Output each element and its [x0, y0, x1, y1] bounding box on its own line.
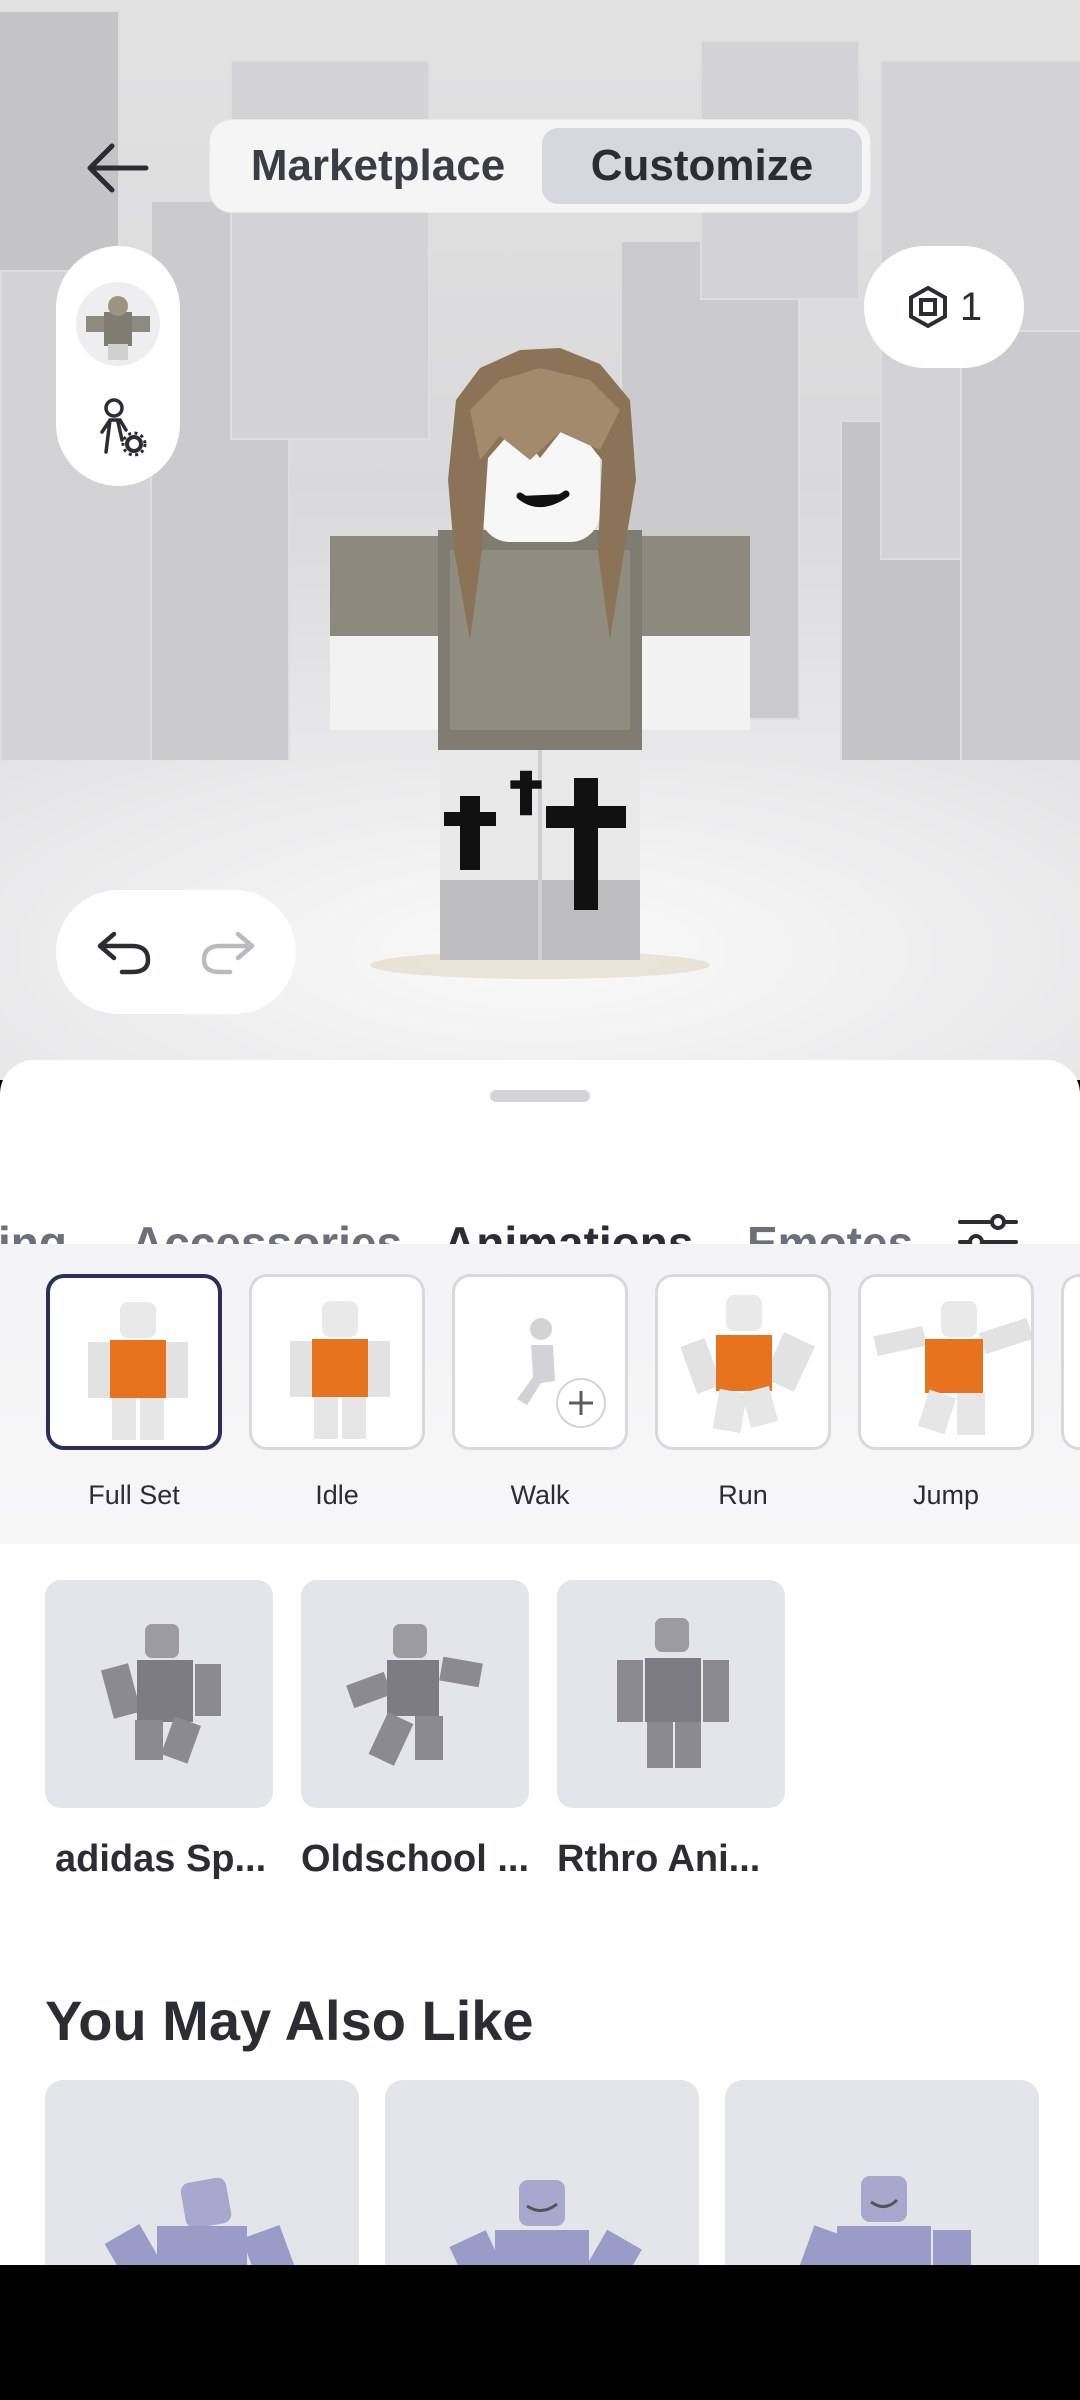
- system-nav-bar: [0, 2265, 1080, 2400]
- tab-marketplace[interactable]: Marketplace: [218, 128, 538, 204]
- recommendation-card[interactable]: [725, 2080, 1039, 2265]
- recommendation-card[interactable]: [45, 2080, 359, 2265]
- sheet-grabber[interactable]: [490, 1090, 590, 1102]
- recommendation-thumbnail: [449, 2180, 642, 2265]
- slot-label-full-set: Full Set: [88, 1480, 180, 1510]
- robux-balance[interactable]: 1: [864, 246, 1024, 368]
- pack-card-rthro[interactable]: [557, 1580, 785, 1808]
- slot-label-jump: Jump: [912, 1480, 980, 1510]
- mode-switch: Marketplace Customize: [210, 120, 870, 212]
- slot-label-run: Run: [718, 1480, 768, 1510]
- avatar-figure: [873, 1301, 1031, 1435]
- pack-thumbnail: [346, 1624, 483, 1766]
- pack-title: adidas Sp...: [55, 1838, 267, 1880]
- customize-sheet: ing Accessories Animations Emotes Full S…: [0, 1060, 1080, 2265]
- pack-card-oldschool[interactable]: [301, 1580, 529, 1808]
- avatar-settings-icon[interactable]: [92, 396, 148, 458]
- slot-jump[interactable]: [858, 1274, 1034, 1450]
- slot-more[interactable]: [1061, 1274, 1080, 1450]
- avatar-figure: [680, 1295, 815, 1434]
- avatar-tools-pill: [56, 246, 180, 486]
- recommendation-card[interactable]: [385, 2080, 699, 2265]
- slot-walk[interactable]: [452, 1274, 628, 1450]
- slot-run[interactable]: [655, 1274, 831, 1450]
- slot-idle[interactable]: [249, 1274, 425, 1450]
- slot-full-set[interactable]: [46, 1274, 222, 1450]
- undo-redo-pill: [56, 890, 296, 1014]
- undo-icon[interactable]: [94, 926, 154, 978]
- robux-count: 1: [959, 284, 983, 329]
- robux-icon: [908, 285, 947, 329]
- pack-thumbnail: [617, 1618, 729, 1768]
- section-title: You May Also Like: [45, 1989, 534, 2052]
- avatar-model[interactable]: [320, 340, 760, 980]
- animation-slots: Full Set Idle Walk Run Jump: [0, 1244, 1080, 1544]
- slot-label-walk: Walk: [510, 1480, 570, 1510]
- recommendation-thumbnail: [104, 2177, 301, 2265]
- pack-title: Oldschool ...: [301, 1838, 530, 1880]
- redo-icon[interactable]: [198, 926, 258, 978]
- avatar-thumbnail[interactable]: [76, 282, 160, 366]
- avatar-figure: [290, 1301, 390, 1439]
- avatar-viewport[interactable]: Marketplace Customize 1: [0, 0, 1080, 1080]
- pack-thumbnail: [101, 1624, 221, 1764]
- tab-customize[interactable]: Customize: [542, 128, 862, 204]
- pack-card-adidas[interactable]: [45, 1580, 273, 1808]
- pack-title: Rthro Ani...: [557, 1838, 761, 1880]
- slot-label-idle: Idle: [315, 1480, 359, 1510]
- avatar-figure: [88, 1302, 188, 1440]
- back-arrow-icon[interactable]: [82, 138, 154, 198]
- walk-placeholder-icon: [517, 1318, 606, 1428]
- recommendation-thumbnail: [793, 2176, 971, 2265]
